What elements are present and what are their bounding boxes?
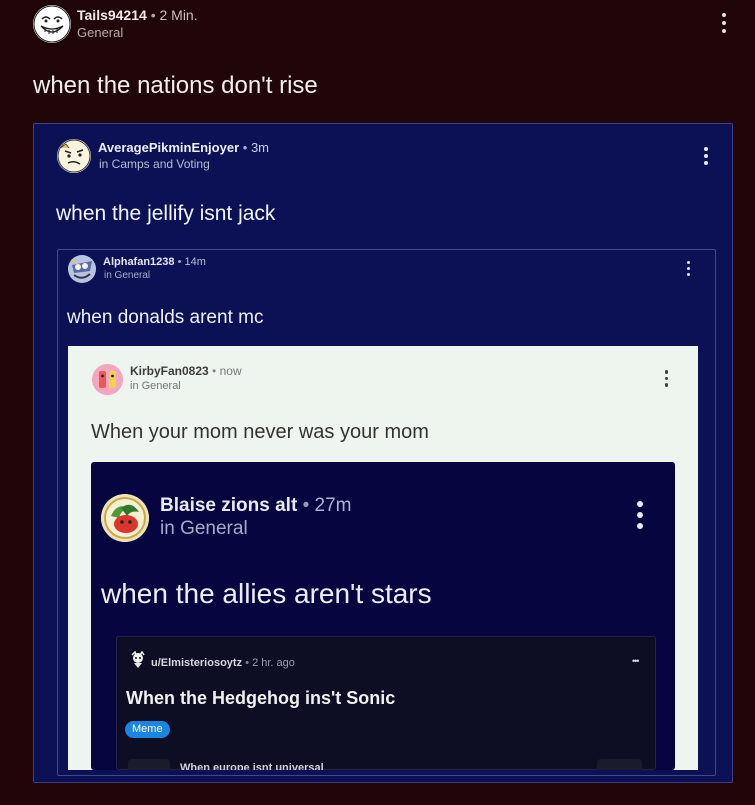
username[interactable]: Alphafan1238	[103, 256, 175, 268]
post-author[interactable]: u/Elmisteriosoytz • 2 hr. ago	[151, 657, 295, 669]
separator: •	[177, 256, 182, 268]
more-options-button[interactable]: •••	[632, 656, 640, 666]
community-name[interactable]: in General	[160, 518, 248, 540]
avatar[interactable]	[92, 364, 123, 395]
community-name[interactable]: in General	[104, 270, 150, 281]
post-title: when the allies aren't stars	[101, 578, 432, 609]
post-title: when donalds arent mc	[67, 307, 264, 328]
character-avatar-icon	[131, 651, 145, 668]
post-author[interactable]: KirbyFan0823 • now	[130, 364, 242, 378]
troll-face-icon	[33, 5, 71, 43]
thumbnail	[128, 759, 170, 770]
username[interactable]: u/Elmisteriosoytz	[151, 657, 242, 669]
more-options-button[interactable]	[685, 261, 692, 278]
avatar[interactable]	[101, 494, 149, 542]
avatar[interactable]	[33, 5, 71, 43]
username[interactable]: Tails94214	[77, 7, 147, 23]
avatar[interactable]	[68, 255, 96, 283]
community-name[interactable]: in General	[130, 380, 181, 392]
embedded-title: When europe isnt universal	[180, 762, 324, 770]
post-time: 2 Min.	[159, 7, 198, 23]
username[interactable]: KirbyFan0823	[130, 364, 209, 378]
post-time: 14m	[184, 256, 206, 268]
community-name[interactable]: General	[77, 25, 123, 40]
post-title: When the Hedgehog ins't Sonic	[126, 688, 396, 708]
post-author[interactable]: Alphafan1238 • 14m	[103, 256, 206, 268]
more-options-button[interactable]	[635, 501, 645, 533]
post-title: when the nations don't rise	[33, 72, 318, 99]
post-title: When your mom never was your mom	[91, 421, 429, 443]
avatar[interactable]	[57, 139, 91, 173]
post-author[interactable]: AveragePikminEnjoyer • 3m	[98, 140, 269, 155]
kirby-avatar-icon	[92, 364, 123, 395]
plant-avatar-icon	[101, 494, 149, 542]
separator: •	[302, 495, 310, 516]
separator: •	[242, 140, 248, 155]
more-options-button[interactable]	[720, 13, 728, 35]
post-time: 27m	[314, 495, 352, 516]
separator: •	[150, 7, 156, 23]
community-name[interactable]: in Camps and Voting	[99, 157, 210, 171]
username[interactable]: AveragePikminEnjoyer	[98, 140, 239, 155]
post-author[interactable]: Tails94214 • 2 Min.	[77, 7, 198, 23]
separator: •	[212, 364, 217, 378]
character-avatar-icon	[68, 255, 96, 283]
post-time: now	[219, 364, 242, 378]
more-options-button[interactable]	[702, 147, 710, 167]
face-avatar-icon	[57, 139, 91, 173]
more-options-button[interactable]	[663, 370, 670, 389]
post-flair[interactable]: Meme	[125, 721, 170, 738]
avatar[interactable]	[129, 651, 147, 669]
post-title: when the jellify isnt jack	[56, 202, 276, 225]
separator: •	[245, 657, 249, 669]
username[interactable]: Blaise zions alt	[160, 495, 297, 516]
post-time: 2 hr. ago	[252, 657, 295, 669]
post-time: 3m	[250, 140, 270, 155]
post-author[interactable]: Blaise zions alt • 27m	[160, 495, 351, 517]
thumbnail	[597, 759, 642, 770]
